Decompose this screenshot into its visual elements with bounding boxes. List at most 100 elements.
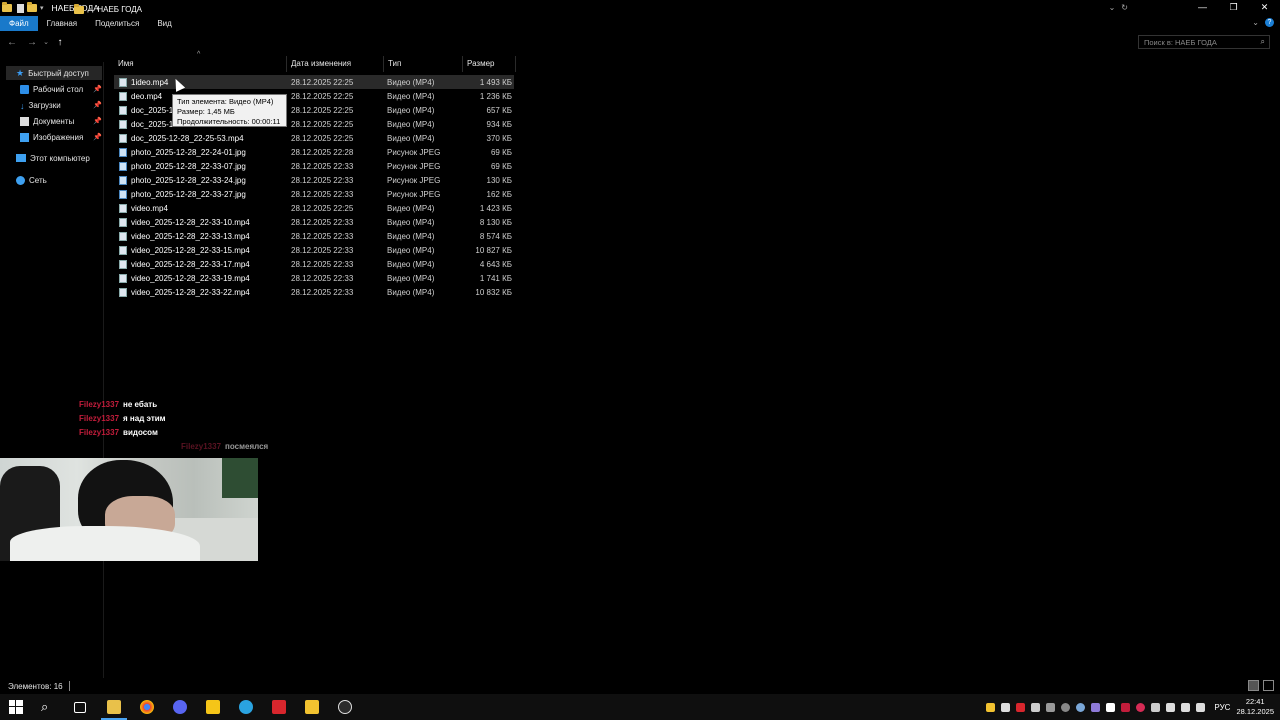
column-label: Размер — [467, 58, 495, 68]
file-row[interactable]: video_2025-12-28_22-33-17.mp4 28.12.2025 … — [114, 257, 514, 271]
telegram-icon[interactable] — [239, 700, 253, 714]
close-button[interactable]: ✕ — [1249, 0, 1280, 16]
tray-nvidia-icon[interactable] — [1046, 702, 1056, 712]
tray-amd-icon[interactable] — [1016, 702, 1026, 712]
file-date: 28.12.2025 22:33 — [291, 259, 354, 269]
file-row[interactable]: doc_2025-12-28_22-25-53.mp4 28.12.2025 22… — [114, 131, 514, 145]
column-header-type[interactable]: Тип — [388, 56, 462, 70]
file-explorer-icon[interactable] — [101, 700, 127, 720]
lock-app-icon[interactable] — [206, 700, 220, 714]
column-header-date[interactable]: Дата изменения — [291, 56, 383, 70]
search-input[interactable]: Поиск в: НАЕБ ГОДА ⌕ — [1138, 35, 1270, 49]
expand-ribbon-icon[interactable]: ⌄ — [1252, 18, 1259, 27]
file-type: Видео (MP4) — [387, 77, 435, 87]
properties-icon[interactable] — [17, 3, 24, 13]
column-header-name[interactable]: Имя — [118, 56, 286, 70]
amd-icon[interactable] — [272, 700, 286, 714]
file-row[interactable]: video_2025-12-28_22-33-22.mp4 28.12.2025 … — [114, 285, 514, 299]
chrome-icon[interactable] — [140, 700, 154, 714]
file-row[interactable]: video_2025-12-28_22-33-15.mp4 28.12.2025 … — [114, 243, 514, 257]
tooltip-line: Тип элемента: Видео (MP4) — [177, 97, 274, 106]
nav-item-pictures[interactable]: Изображения — [20, 130, 102, 144]
file-date: 28.12.2025 22:33 — [291, 189, 354, 199]
clock[interactable]: 22:41 28.12.2025 — [1236, 697, 1274, 717]
app-icon[interactable] — [305, 700, 319, 714]
file-type: Рисунок JPEG — [387, 161, 441, 171]
file-row[interactable]: video_2025-12-28_22-33-19.mp4 28.12.2025 … — [114, 271, 514, 285]
star-icon: ★ — [16, 67, 25, 78]
nav-this-pc[interactable]: Этот компьютер — [6, 151, 102, 165]
tray-mic2-icon[interactable] — [1166, 702, 1176, 712]
tab-home[interactable]: Главная — [38, 16, 86, 31]
tray-telegram-icon[interactable] — [1106, 702, 1116, 712]
tray-chrome-icon[interactable] — [1061, 702, 1071, 712]
minimize-button[interactable]: — — [1187, 0, 1218, 16]
nav-item-documents[interactable]: Документы — [20, 114, 102, 128]
volume-icon[interactable] — [1196, 702, 1206, 712]
file-row[interactable]: video.mp4 28.12.2025 22:25 Видео (MP4) 1 42… — [114, 201, 514, 215]
column-divider[interactable] — [462, 56, 463, 72]
tray-h-icon[interactable] — [1031, 702, 1041, 712]
search-icon[interactable]: ⌕ — [41, 700, 55, 714]
column-divider[interactable] — [383, 56, 384, 72]
column-divider[interactable] — [515, 56, 516, 72]
tab-file[interactable]: Файл — [0, 16, 38, 31]
folder-icon — [2, 2, 12, 12]
address-dropdown-icon[interactable]: ⌄ — [1109, 3, 1116, 12]
pin-icon: 📌 — [93, 102, 102, 109]
new-folder-icon[interactable] — [27, 2, 37, 12]
file-row[interactable]: photo_2025-12-28_22-24-01.jpg 28.12.2025 … — [114, 145, 514, 159]
folder-icon — [74, 4, 84, 14]
file-row[interactable]: photo_2025-12-28_22-33-24.jpg 28.12.2025 … — [114, 173, 514, 187]
file-row[interactable]: video_2025-12-28_22-33-13.mp4 28.12.2025 … — [114, 229, 514, 243]
file-size: 1 423 КБ — [479, 203, 512, 213]
tab-share[interactable]: Поделиться — [86, 16, 148, 31]
nav-label: Этот компьютер — [30, 153, 90, 163]
tray-pen-icon[interactable] — [1091, 702, 1101, 712]
jpeg-file-icon — [119, 176, 127, 185]
column-divider[interactable] — [286, 56, 287, 72]
nav-item-desktop[interactable]: Рабочий стол — [20, 82, 102, 96]
discord-icon[interactable] — [173, 700, 187, 714]
large-icons-view-icon[interactable] — [1263, 680, 1274, 691]
pin-icon: 📌 — [93, 134, 102, 141]
file-row[interactable]: video_2025-12-28_22-33-10.mp4 28.12.2025 … — [114, 215, 514, 229]
tray-mic-icon[interactable] — [1121, 702, 1131, 712]
forward-icon[interactable]: → — [22, 37, 42, 48]
tray-record-icon[interactable] — [1136, 702, 1146, 712]
nav-item-downloads[interactable]: ↓ Загрузки — [20, 98, 102, 112]
file-row[interactable]: photo_2025-12-28_22-33-27.jpg 28.12.2025 … — [114, 187, 514, 201]
obs-icon[interactable] — [338, 700, 352, 714]
file-type: Видео (MP4) — [387, 203, 435, 213]
tab-view[interactable]: Вид — [148, 16, 180, 31]
task-view-icon[interactable] — [74, 702, 86, 713]
tray-usb-icon[interactable] — [1151, 702, 1161, 712]
up-icon[interactable]: ↑ — [50, 37, 70, 48]
start-windows-icon[interactable] — [9, 700, 23, 714]
back-icon[interactable]: ← — [2, 37, 22, 48]
maximize-button[interactable]: ❐ — [1218, 0, 1249, 16]
quick-access-toolbar: ▾ — [0, 2, 44, 13]
column-header-size[interactable]: Размер — [467, 56, 515, 70]
file-row[interactable]: photo_2025-12-28_22-33-07.jpg 28.12.2025 … — [114, 159, 514, 173]
tray-app-icon[interactable] — [986, 702, 996, 712]
file-name: video_2025-12-28_22-33-15.mp4 — [131, 245, 250, 255]
nav-network[interactable]: Сеть — [6, 173, 102, 187]
breadcrumb-current[interactable]: НАЕБ ГОДА — [97, 5, 142, 14]
nav-quick-access[interactable]: ★ Быстрый доступ — [6, 66, 102, 80]
refresh-icon[interactable]: ↻ — [1121, 3, 1128, 12]
tooltip-line: Продолжительность: 00:00:11 — [177, 117, 281, 126]
tray-steam-icon[interactable] — [1076, 702, 1086, 712]
help-icon[interactable]: ? — [1265, 18, 1274, 27]
language-indicator[interactable]: РУС — [1214, 703, 1230, 712]
network-icon[interactable] — [1181, 702, 1191, 712]
video-file-icon — [119, 134, 127, 143]
details-view-icon[interactable] — [1248, 680, 1259, 691]
address-bar[interactable]: › НАЕБ ГОДА ⌄ ↻ — [70, 1, 1132, 17]
recent-locations-icon[interactable]: ⌄ — [42, 38, 50, 46]
tray-game-icon[interactable] — [1001, 702, 1011, 712]
breadcrumb-chevron-icon[interactable]: › — [89, 6, 91, 13]
file-size: 162 КБ — [486, 189, 512, 199]
customize-toolbar-icon[interactable]: ▾ — [40, 4, 44, 12]
chat-username: Filezy1337 — [79, 414, 120, 423]
